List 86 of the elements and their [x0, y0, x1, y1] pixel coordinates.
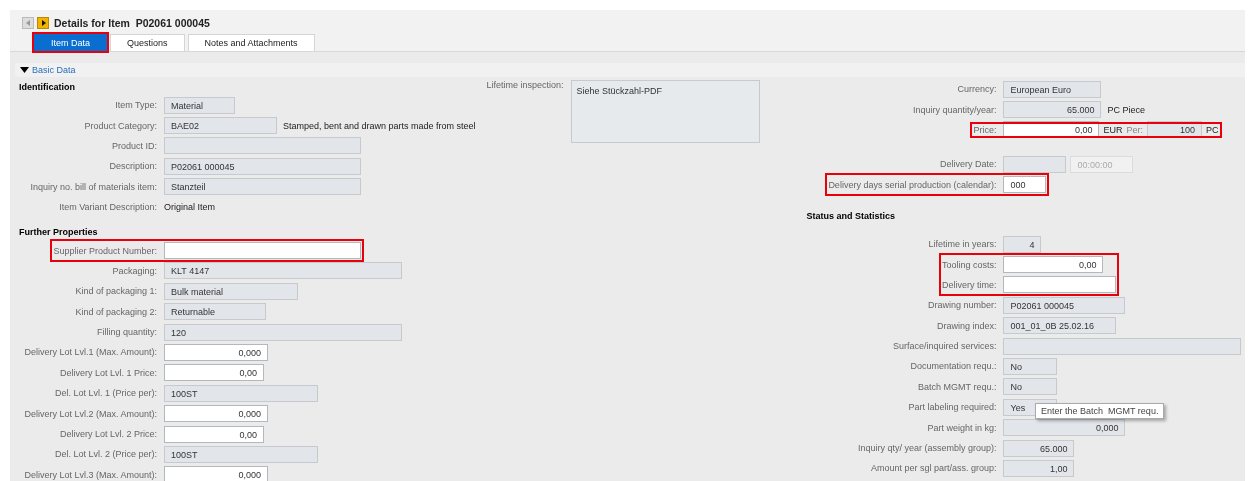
field-label: Delivery days serial production (calendar): — [828, 179, 997, 190]
input-field[interactable]: Bulk material — [164, 282, 298, 300]
input-field[interactable] — [164, 242, 361, 260]
input-field[interactable] — [1003, 337, 1242, 355]
field-label: Inquiry quantity/year: — [912, 104, 997, 115]
field-label: Kind of packaging 1: — [75, 286, 157, 297]
field-label: Part labeling required: — [908, 402, 997, 413]
section-heading: Further Properties — [19, 226, 98, 240]
input-field[interactable]: 120 — [164, 323, 402, 341]
tab[interactable]: Notes and Attachments — [187, 34, 315, 51]
tab[interactable]: Questions — [110, 34, 185, 51]
input-field[interactable]: 0,000 — [164, 405, 268, 423]
input-field[interactable]: 0,000 — [164, 466, 268, 481]
input-field[interactable]: 4 — [1003, 235, 1042, 253]
input-field[interactable]: 0,00 — [1003, 256, 1104, 274]
tooltip: Enter the Batch MGMT requ. — [1035, 403, 1165, 419]
input-field[interactable] — [164, 137, 361, 155]
field-label: Batch MGMT requ.: — [918, 381, 997, 392]
field-label: Item Type: — [115, 100, 157, 111]
input-field[interactable] — [1003, 155, 1067, 173]
input-field[interactable]: 0,000 — [1003, 419, 1126, 437]
field-label: Inquiry no. bill of materials item: — [30, 181, 157, 192]
field-label: Delivery Lot Lvl.1 (Max. Amount): — [24, 347, 157, 358]
input-field[interactable]: 000 — [1003, 176, 1047, 194]
section-heading: Status and Statistics — [806, 209, 895, 223]
field-label: Delivery Lot Lvl.3 (Max. Amount): — [24, 469, 157, 480]
field-label: Packaging: — [112, 265, 157, 276]
field-label: Drawing index: — [936, 320, 997, 331]
field-label: Description: — [109, 161, 157, 172]
input-field[interactable]: No — [1003, 358, 1058, 375]
input-field[interactable]: Stanzteil — [164, 178, 361, 196]
currency-text: EUR — [1103, 124, 1123, 135]
input-field[interactable]: European Euro — [1003, 80, 1102, 98]
input-field[interactable]: Material — [164, 96, 235, 114]
input-field[interactable]: 65.000 — [1003, 101, 1102, 119]
input-field[interactable] — [1003, 276, 1117, 294]
input-field[interactable]: 100ST — [164, 445, 318, 463]
field-label: Delivery Date: — [939, 159, 997, 170]
field-value: Original Item — [164, 202, 216, 213]
input-field[interactable]: 0,000 — [164, 344, 268, 361]
input-field[interactable]: P02061 000045 — [1003, 296, 1126, 314]
field-label: Delivery Lot Lvl.2 (Max. Amount): — [24, 408, 157, 419]
field-label: Delivery Lot Lvl. 1 Price: — [59, 367, 157, 378]
field-label: Delivery Lot Lvl. 2 Price: — [59, 429, 157, 440]
field-label: Del. Lot Lvl. 1 (Price per): — [54, 388, 157, 399]
unit-text: PC Piece — [1107, 104, 1145, 115]
section-heading: Identification — [19, 81, 75, 94]
input-field[interactable]: 001_01_0B 25.02.16 — [1003, 317, 1117, 335]
input-field[interactable]: P02061 000045 — [164, 157, 361, 175]
input-field[interactable]: Returnable — [164, 303, 266, 321]
input-field[interactable]: 0,00 — [164, 364, 264, 382]
field-label: Delivery time: — [941, 279, 997, 290]
text-area[interactable]: Siehe Stückzahl-PDF — [570, 80, 760, 143]
section-toggle[interactable]: Basic Data — [20, 65, 76, 75]
field-label: Drawing number: — [927, 300, 997, 311]
field-label: Per: — [1126, 124, 1143, 135]
field-label: Supplier Product Number: — [53, 245, 157, 256]
field-label: Documentation requ.: — [910, 361, 997, 372]
next-button[interactable] — [37, 17, 49, 29]
field-label: Part weight in kg: — [927, 422, 997, 433]
tab[interactable]: Item Data — [34, 34, 107, 51]
input-field[interactable]: 0,00 — [164, 425, 264, 443]
field-label: Product ID: — [111, 140, 157, 151]
field-label: Item Variant Description: — [59, 202, 157, 213]
input-field[interactable]: 1,00 — [1003, 459, 1075, 477]
input-field[interactable]: 100ST — [164, 384, 318, 402]
field-label: Tooling costs: — [941, 259, 997, 270]
input-field[interactable]: KLT 4147 — [164, 262, 402, 280]
unit-text: PC — [1206, 124, 1219, 135]
field-label: Price: — [973, 124, 997, 135]
field-label: Filling quantity: — [96, 327, 157, 338]
input-field[interactable]: BAE02 — [164, 117, 277, 135]
unit-text: Stamped, bent and drawn parts made from steel — [283, 120, 476, 131]
field-label: Currency: — [957, 84, 997, 95]
page-title: Details for Item P02061 000045 — [54, 17, 210, 29]
field-label: Product Category: — [84, 120, 157, 131]
field-label: Lifetime inspection: — [486, 80, 565, 90]
input-field[interactable]: 65.000 — [1003, 439, 1075, 457]
field-label: Del. Lot Lvl. 2 (Price per): — [54, 449, 157, 460]
caret-down-icon — [20, 66, 29, 74]
field-label: Kind of packaging 2: — [75, 306, 157, 317]
field-label: Surface/inquired services: — [892, 341, 997, 352]
field-label: Lifetime in years: — [928, 239, 997, 250]
field-label: Inquiry qty/ year (assembly group): — [857, 443, 997, 454]
input-field[interactable]: No — [1003, 378, 1058, 396]
field-label: Amount per sgl part/ass. group: — [870, 463, 997, 474]
